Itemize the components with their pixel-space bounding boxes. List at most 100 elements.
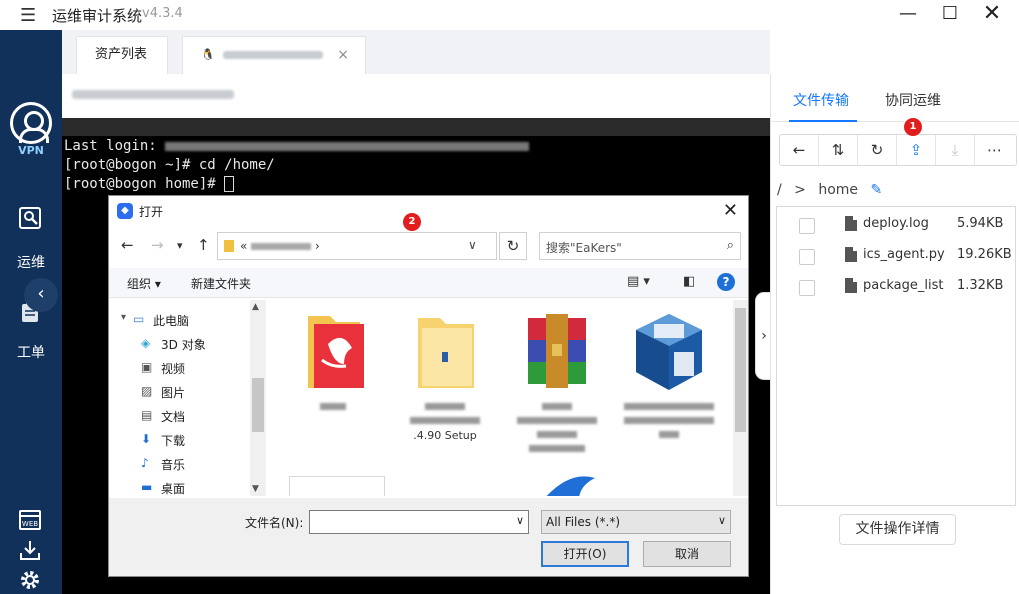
address-prefix: « xyxy=(240,239,248,253)
file-operation-details-button[interactable]: 文件操作详情 xyxy=(839,514,956,545)
grid-item-partial[interactable] xyxy=(289,476,385,496)
address-dropdown-icon[interactable]: ∨ xyxy=(468,238,477,252)
tree-item-desktop[interactable]: ▬ 桌面 xyxy=(109,476,249,500)
up-arrow-icon[interactable]: ↑ xyxy=(197,236,210,254)
upload-icon[interactable]: ⇪ xyxy=(897,135,936,165)
grid-caption-redacted xyxy=(517,417,597,424)
terminal-top-strip xyxy=(62,118,770,136)
filename-label: 文件名(N): xyxy=(245,516,304,530)
expand-icon[interactable]: ▾ xyxy=(121,312,126,323)
folder-icon xyxy=(224,240,234,252)
terminal-line-3: [root@bogon home]# xyxy=(64,175,235,194)
collapse-nav-button[interactable]: ‹ xyxy=(24,278,58,312)
grid-item[interactable]: .4.90 Setup xyxy=(393,310,497,442)
file-checkbox[interactable] xyxy=(799,249,815,265)
file-size: 5.94KB xyxy=(957,216,1004,231)
grid-scroll-thumb[interactable] xyxy=(735,308,746,432)
grid-scrollbar[interactable] xyxy=(733,300,748,496)
grid-item[interactable] xyxy=(617,310,721,443)
preview-pane-icon[interactable]: ◧ xyxy=(683,274,695,289)
close-window-icon[interactable]: ✕ xyxy=(972,2,1012,28)
download-icon[interactable] xyxy=(18,538,42,562)
settings-gear-icon[interactable] xyxy=(18,568,42,592)
tab-ssh-session[interactable]: 🐧 × xyxy=(182,36,366,74)
tree-item-downloads[interactable]: ⬇ 下载 xyxy=(109,428,249,452)
filename-dropdown-icon[interactable]: ∨ xyxy=(516,514,524,527)
tree-item-documents[interactable]: ▤ 文档 xyxy=(109,404,249,428)
vpn-user-icon[interactable] xyxy=(10,102,52,144)
tab-collab-ops[interactable]: 协同运维 xyxy=(885,90,941,110)
downloads-icon: ⬇ xyxy=(141,432,152,446)
tab-file-transfer[interactable]: 文件传输 xyxy=(793,90,849,110)
back-icon[interactable]: ← xyxy=(780,135,819,165)
pc-icon: ▭ xyxy=(133,312,145,326)
file-icon xyxy=(845,216,857,231)
tree-item-pictures[interactable]: ▨ 图片 xyxy=(109,380,249,404)
video-icon: ▣ xyxy=(141,360,153,374)
grid-caption-redacted xyxy=(624,417,714,424)
file-checkbox[interactable] xyxy=(799,218,815,234)
tree-item-this-pc[interactable]: ▾ ▭ 此电脑 xyxy=(109,308,249,332)
back-arrow-icon[interactable]: ← xyxy=(121,236,134,254)
organize-button[interactable]: 组织 ▾ xyxy=(127,275,161,292)
file-size: 19.26KB xyxy=(957,247,1012,262)
file-row[interactable]: ics_agent.py 19.26KB xyxy=(777,240,1015,270)
ops-icon[interactable] xyxy=(18,206,42,230)
open-button[interactable]: 打开(O) xyxy=(541,541,629,567)
address-bar[interactable]: « › ∨ xyxy=(217,232,497,260)
scroll-down-icon[interactable]: ▼ xyxy=(252,484,259,494)
pictures-icon: ▨ xyxy=(141,384,153,398)
address-crumbs: « › xyxy=(240,239,320,253)
path-root[interactable]: / xyxy=(777,182,782,198)
tree-item-music[interactable]: ♪ 音乐 xyxy=(109,452,249,476)
refresh-icon[interactable]: ↻ xyxy=(499,232,527,260)
documents-icon: ▤ xyxy=(141,408,153,422)
view-mode-icon[interactable]: ▤ ▾ xyxy=(627,274,650,289)
grid-item[interactable] xyxy=(505,310,609,457)
nav-ticket-label[interactable]: 工单 xyxy=(0,342,62,362)
tree-label-documents: 文档 xyxy=(161,410,186,424)
app-title: 运维审计系统 xyxy=(52,7,143,25)
grid-caption-setup: .4.90 Setup xyxy=(413,429,477,442)
filetype-select[interactable]: All Files (*.*) ∨ xyxy=(541,510,731,534)
filetype-dropdown-icon[interactable]: ∨ xyxy=(718,514,726,527)
host-info-redacted xyxy=(72,90,234,99)
tree-item-3d-objects[interactable]: ◈ 3D 对象 xyxy=(109,332,249,356)
path-current[interactable]: home xyxy=(818,182,858,198)
title-bar: ☰ 运维审计系统 v4.3.4 — ☐ ✕ xyxy=(0,0,1019,30)
tab-asset-list[interactable]: 资产列表 xyxy=(76,36,168,74)
maximize-icon[interactable]: ☐ xyxy=(930,2,970,28)
session-name-redacted xyxy=(222,50,323,59)
terminal-line-2: [root@bogon ~]# cd /home/ xyxy=(64,157,275,173)
new-folder-button[interactable]: 新建文件夹 xyxy=(191,275,251,292)
menu-icon[interactable]: ☰ xyxy=(20,5,36,26)
tree-scrollbar[interactable]: ▲ ▼ xyxy=(250,300,266,496)
refresh-icon[interactable]: ↻ xyxy=(858,135,897,165)
sort-icon[interactable]: ⇅ xyxy=(819,135,858,165)
nav-tree: ▾ ▭ 此电脑 ◈ 3D 对象 ▣ 视频 ▨ 图片 ▤ 文档 ⬇ 下载 ♪ 音乐… xyxy=(109,300,267,496)
dialog-close-icon[interactable]: ✕ xyxy=(723,200,738,221)
help-icon[interactable]: ? xyxy=(717,273,735,291)
download-icon[interactable]: ⤓ xyxy=(936,135,975,165)
edit-path-icon[interactable]: ✎ xyxy=(871,182,883,198)
forward-arrow-icon[interactable]: → xyxy=(151,236,164,254)
recent-dropdown-icon[interactable]: ▾ xyxy=(177,239,183,252)
grid-caption-redacted xyxy=(410,417,480,424)
web-icon[interactable]: WEB xyxy=(18,508,42,532)
more-icon[interactable]: ⋯ xyxy=(975,135,1014,165)
file-checkbox[interactable] xyxy=(799,280,815,296)
minimize-icon[interactable]: — xyxy=(888,2,928,28)
file-row[interactable]: deploy.log 5.94KB xyxy=(777,209,1015,239)
close-tab-icon[interactable]: × xyxy=(337,37,349,73)
path-separator: > xyxy=(794,182,806,198)
nav-ops-label[interactable]: 运维 xyxy=(0,252,62,272)
tree-scroll-thumb[interactable] xyxy=(252,378,264,432)
grid-item-partial-blue-icon[interactable] xyxy=(539,476,599,496)
search-input[interactable]: 搜索"EaKers" ⌕ xyxy=(539,232,741,260)
tree-item-video[interactable]: ▣ 视频 xyxy=(109,356,249,380)
filename-input[interactable]: ∨ xyxy=(309,510,529,534)
file-row[interactable]: package_list 1.32KB xyxy=(777,271,1015,301)
cancel-button[interactable]: 取消 xyxy=(643,541,731,567)
scroll-up-icon[interactable]: ▲ xyxy=(252,302,259,312)
grid-item[interactable] xyxy=(281,310,385,415)
